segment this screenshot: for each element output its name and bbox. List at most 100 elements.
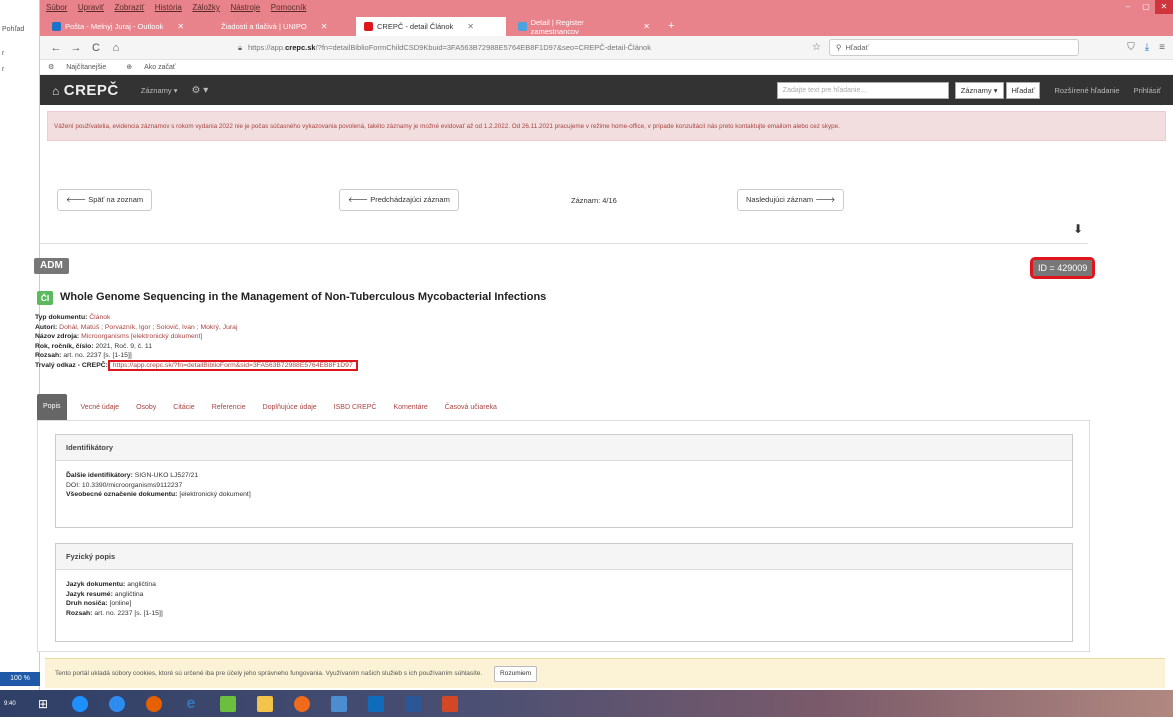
record-metadata: Typ dokumentu: Článok Autori: Dohál, Mat… bbox=[35, 313, 358, 371]
site-logo[interactable]: ⌂ CREPČ bbox=[52, 82, 119, 99]
back-to-list-button[interactable]: 🡐 Späť na zoznam bbox=[57, 189, 153, 211]
taskbar-app[interactable] bbox=[437, 693, 463, 715]
tab-citacie[interactable]: Citácie bbox=[173, 404, 194, 411]
tab-close-icon[interactable]: ✕ bbox=[643, 22, 650, 31]
taskbar-app[interactable] bbox=[252, 693, 278, 715]
tab-osoby[interactable]: Osoby bbox=[136, 404, 156, 411]
reload-icon[interactable]: C bbox=[88, 42, 104, 54]
taskbar-app[interactable] bbox=[104, 693, 130, 715]
field-value: [online] bbox=[109, 600, 132, 607]
home-icon[interactable]: ⌂ bbox=[108, 42, 124, 54]
tab-referencie[interactable]: Referencie bbox=[212, 404, 246, 411]
bookmark-most-visited[interactable]: ⚙ Najčítanejšie bbox=[48, 63, 116, 71]
url-prefix: https://app. bbox=[248, 43, 286, 52]
taskbar-app[interactable] bbox=[215, 693, 241, 715]
search-placeholder: Hľadať bbox=[845, 43, 869, 52]
taskbar-app[interactable] bbox=[400, 693, 426, 715]
meta-value[interactable]: Dohál, Matúš ; Porvazník, Igor ; Solovič… bbox=[59, 324, 237, 331]
cookie-banner: Tento portál ukladá súbory cookies, ktor… bbox=[45, 658, 1165, 688]
record-id-badge: ID = 429009 bbox=[1029, 257, 1096, 279]
tab-vecne-udaje[interactable]: Vecné údaje bbox=[81, 404, 120, 411]
bookmark-star-icon[interactable]: ☆ bbox=[812, 42, 821, 53]
tab-doplnujuce-udaje[interactable]: Doplňujúce údaje bbox=[263, 404, 317, 411]
search-scope-select[interactable]: Záznamy ▾ bbox=[954, 81, 1004, 99]
meta-label: Názov zdroja: bbox=[35, 333, 80, 341]
menu-tools[interactable]: Nástroje bbox=[230, 3, 260, 12]
taskbar-app[interactable] bbox=[363, 693, 389, 715]
taskbar-app[interactable] bbox=[67, 693, 93, 715]
tab-isbd-crepc[interactable]: ISBD CREPČ bbox=[334, 404, 377, 411]
strip-label-2: r bbox=[2, 50, 5, 57]
adm-badge: ADM bbox=[34, 258, 69, 274]
tab-komentare[interactable]: Komentáre bbox=[393, 404, 427, 411]
shield-icon[interactable]: ⛉ bbox=[1127, 42, 1135, 53]
login-link[interactable]: Prihlásiť bbox=[1134, 86, 1161, 95]
permalink-label: Trvalý odkaz - CREPČ: bbox=[35, 361, 108, 369]
tab-outlook[interactable]: Pošta - Melnyj Juraj - Outlook ✕ bbox=[44, 17, 196, 36]
site-search-input[interactable]: Zadajte text pre hľadanie... bbox=[776, 81, 949, 99]
tab-close-icon[interactable]: ✕ bbox=[321, 22, 328, 31]
maximize-button[interactable]: ▢ bbox=[1137, 0, 1155, 14]
field-value: angličtina bbox=[127, 581, 156, 588]
nav-records-dropdown[interactable]: Záznamy ▾ bbox=[141, 86, 178, 95]
tab-popis[interactable]: Popis bbox=[37, 394, 67, 420]
menu-view[interactable]: Zobraziť bbox=[115, 3, 145, 12]
menu-help[interactable]: Pomocník bbox=[271, 3, 307, 12]
tab-casova-uciareka[interactable]: Časová učiareka bbox=[445, 404, 497, 411]
field-value: [elektronický dokument] bbox=[179, 491, 251, 498]
search-button[interactable]: Hľadať bbox=[1005, 81, 1041, 99]
strip-label-1: Pohľad bbox=[2, 26, 25, 33]
start-button[interactable]: ⊞ bbox=[30, 693, 56, 715]
new-tab-button[interactable]: + bbox=[662, 17, 680, 36]
menu-history[interactable]: História bbox=[155, 3, 182, 12]
previous-record-button[interactable]: 🡐 Predchádzajúci záznam bbox=[339, 189, 459, 211]
gear-icon: ⚙ bbox=[48, 64, 57, 71]
cookie-accept-button[interactable]: Rozumiem bbox=[494, 666, 538, 682]
close-window-button[interactable]: ✕ bbox=[1155, 0, 1173, 14]
bookmark-getting-started[interactable]: ⊕ Ako začať bbox=[126, 63, 185, 71]
tab-crepc[interactable]: CREPČ - detail Článok ✕ bbox=[356, 17, 506, 36]
unipo-tab-icon bbox=[208, 22, 217, 31]
download-icon[interactable]: ⤓ bbox=[1145, 42, 1149, 53]
field-label: Rozsah: bbox=[66, 609, 93, 617]
minimize-button[interactable]: – bbox=[1119, 0, 1137, 14]
meta-value[interactable]: Článok bbox=[89, 314, 110, 321]
field-label: Ďalšie identifikátory: bbox=[66, 472, 133, 479]
export-download-icon[interactable]: ⬇ bbox=[1073, 222, 1083, 236]
title-bar: Súbor Upraviť Zobraziť História Záložky … bbox=[40, 0, 1173, 14]
identifiers-panel: Identifikátory Ďalšie identifikátory: SI… bbox=[55, 434, 1073, 528]
outlook-icon bbox=[368, 695, 384, 712]
menu-edit[interactable]: Upraviť bbox=[78, 3, 104, 12]
menu-file[interactable]: Súbor bbox=[46, 3, 67, 12]
taskbar-app[interactable] bbox=[289, 693, 315, 715]
bookmark-label: Najčítanejšie bbox=[66, 64, 107, 71]
tab-close-icon[interactable]: ✕ bbox=[177, 22, 184, 31]
url-bar[interactable]: 🔒︎ https://app. crepc.sk/?fn=detailBiblio… bbox=[238, 39, 798, 57]
meta-value[interactable]: Microorganisms [elektronický dokument] bbox=[81, 333, 202, 340]
forward-icon[interactable]: → bbox=[68, 42, 84, 54]
meta-row: Rok, ročník, číslo: 2021, Roč. 9, č. 11 bbox=[35, 342, 356, 352]
back-icon[interactable]: ← bbox=[48, 42, 64, 54]
field-value: angličtina bbox=[114, 590, 144, 598]
folder-icon bbox=[257, 695, 273, 712]
tab-close-icon[interactable]: ✕ bbox=[467, 22, 474, 31]
taskbar-app[interactable]: e bbox=[178, 693, 204, 715]
permalink-link[interactable]: https://app.crepc.sk/?fn=detailBiblioFor… bbox=[107, 359, 358, 371]
zoom-level: 100 % bbox=[0, 672, 40, 686]
taskbar-app[interactable] bbox=[326, 693, 352, 715]
browser-search-input[interactable]: ⚲ Hľadať bbox=[828, 39, 1079, 56]
meta-label: Autori: bbox=[35, 323, 58, 331]
advanced-search-link[interactable]: Rozšírené hľadanie bbox=[1054, 86, 1119, 95]
meta-value: art. no. 2237 [s. [1-15]] bbox=[63, 352, 132, 360]
taskbar-app[interactable] bbox=[141, 693, 167, 715]
next-record-button[interactable]: Nasledujúci záznam 🡒 bbox=[737, 189, 845, 211]
cookie-text: Tento portál ukladá súbory cookies, ktor… bbox=[55, 670, 483, 677]
navigation-bar: ← → C ⌂ 🔒︎ https://app. crepc.sk/?fn=deta… bbox=[40, 36, 1173, 60]
menu-icon[interactable]: ≡ bbox=[1159, 42, 1165, 53]
tab-unipo[interactable]: Žiadosti a tlačivá | UNIPO ✕ bbox=[200, 17, 352, 36]
tab-label: Pošta - Melnyj Juraj - Outlook bbox=[65, 22, 164, 31]
tab-register[interactable]: Detail | Register zamestnancov ✕ bbox=[510, 17, 658, 36]
meta-row: Typ dokumentu: Článok bbox=[35, 313, 356, 323]
menu-bookmarks[interactable]: Záložky bbox=[192, 3, 220, 12]
settings-dropdown[interactable]: ⚙ ▾ bbox=[191, 85, 208, 96]
